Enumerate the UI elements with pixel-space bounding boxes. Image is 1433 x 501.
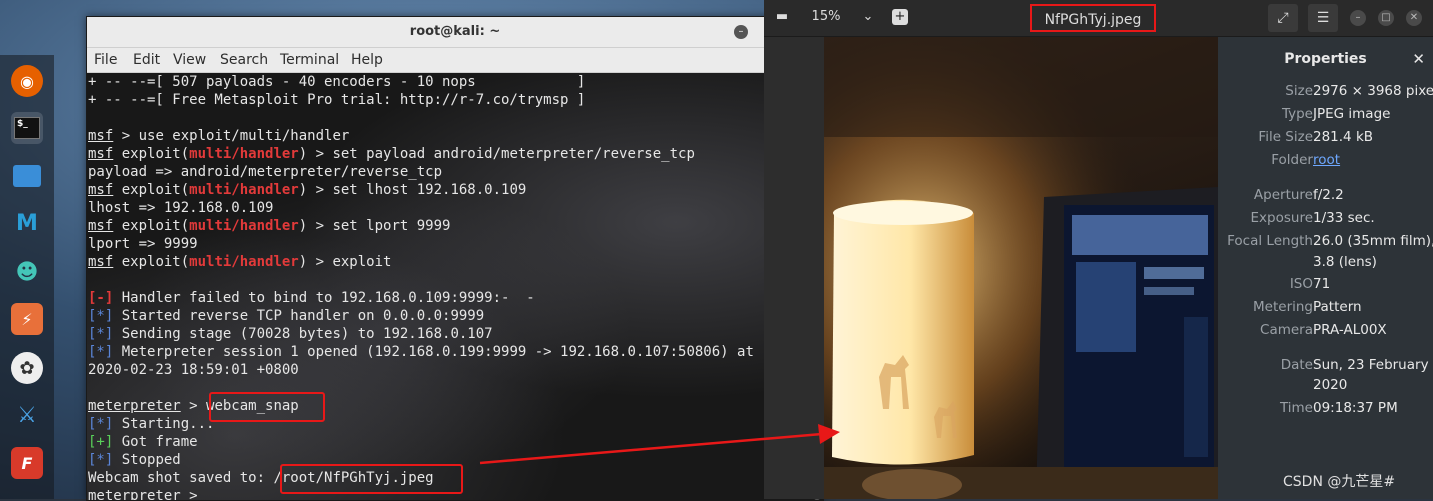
annotation-arrow (479, 424, 840, 465)
watermark: CSDN @九芒星# (1283, 474, 1396, 490)
